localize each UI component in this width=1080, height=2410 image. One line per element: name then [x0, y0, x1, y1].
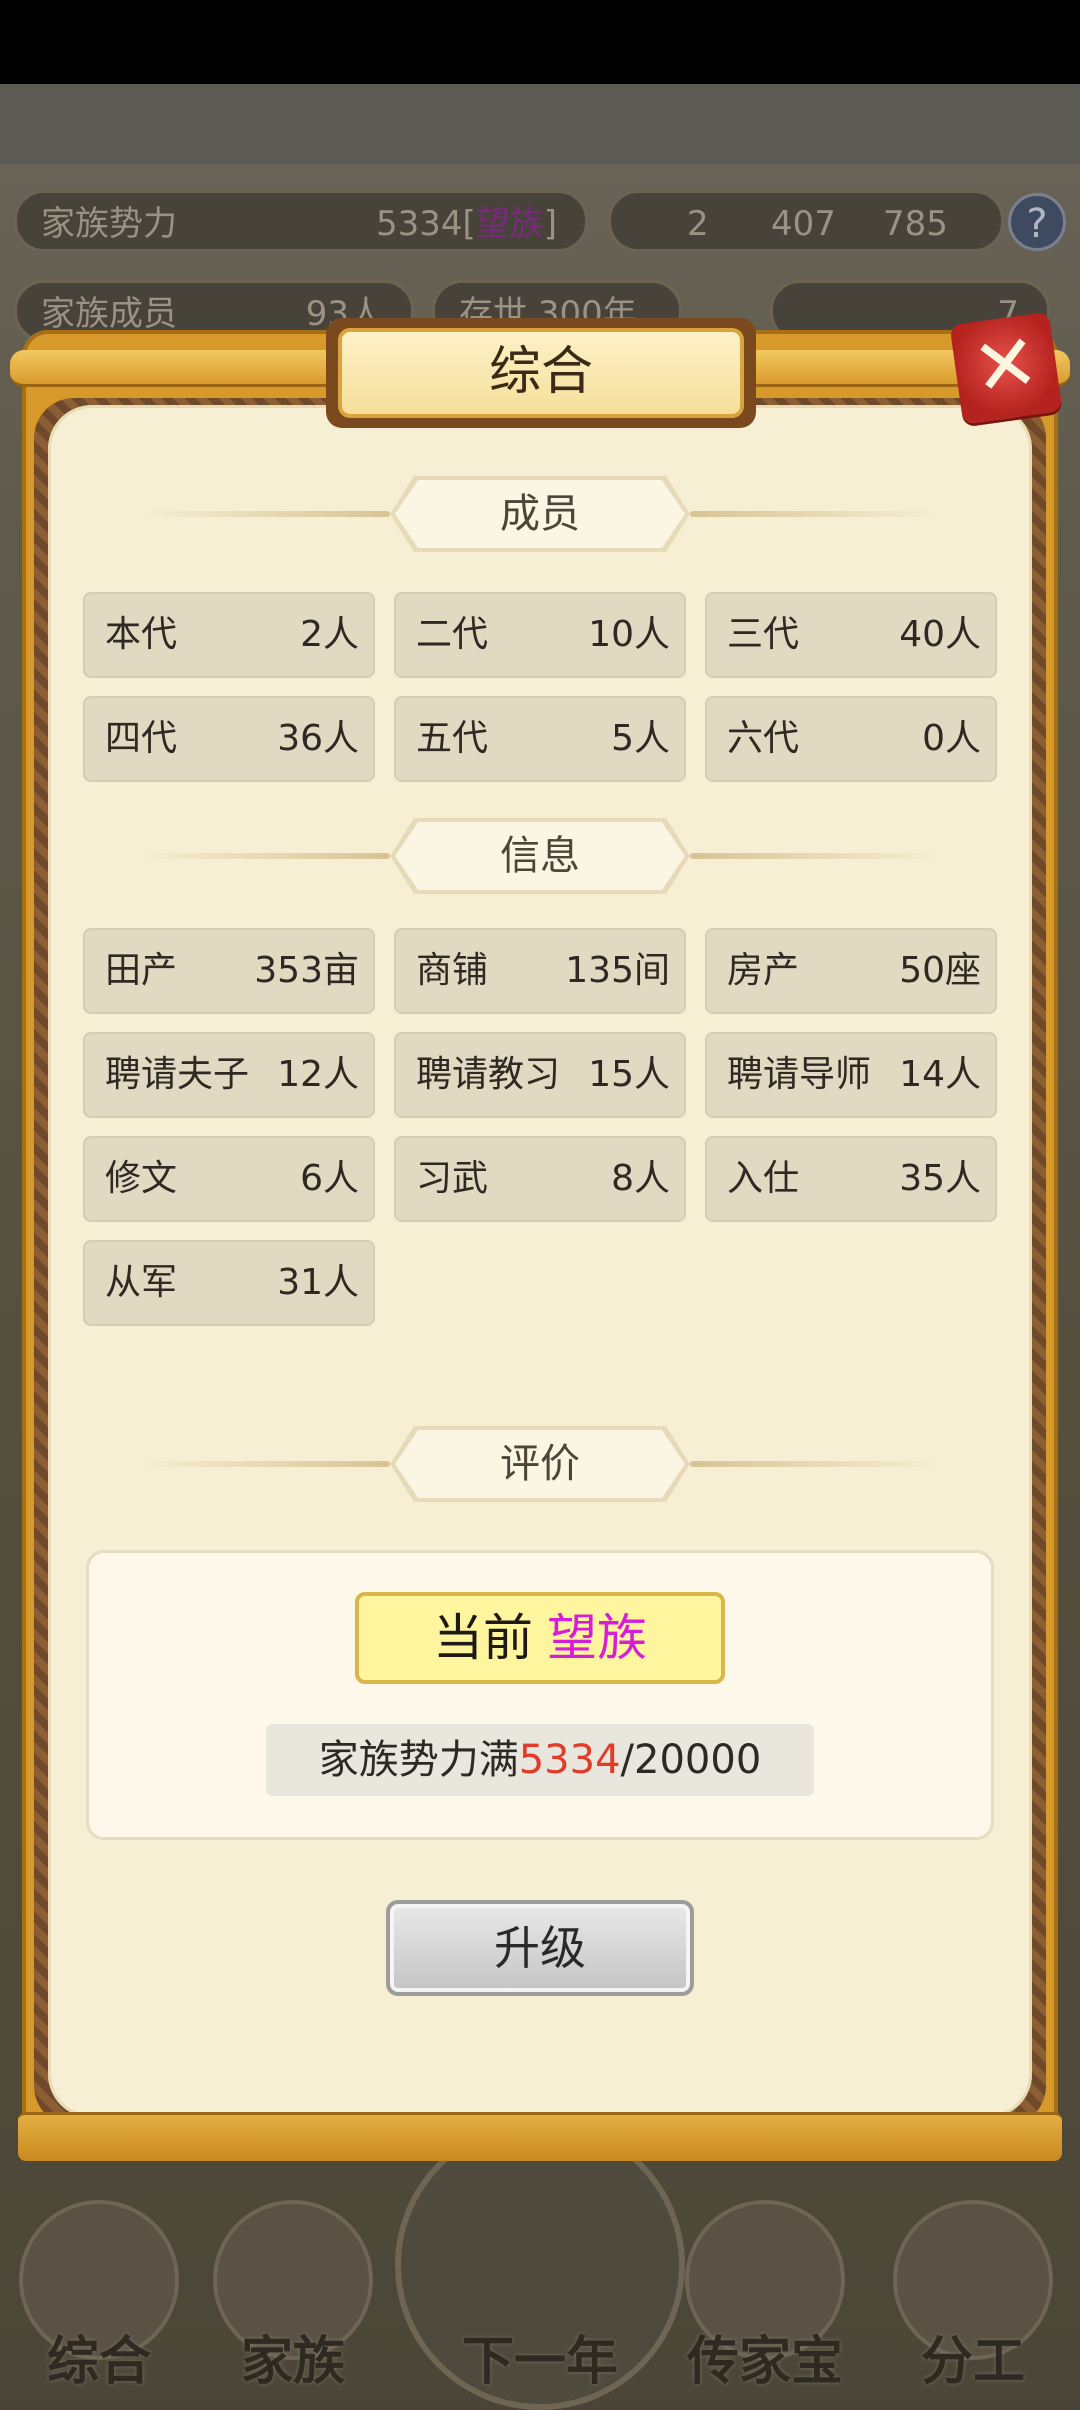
stat-label: 四代 — [105, 718, 178, 759]
bg-family-members-label: 家族成员 — [41, 294, 177, 334]
stat-cell-gen4: 四代 36人 — [83, 696, 375, 782]
divider-line — [140, 511, 390, 517]
stat-label: 聘请教习 — [416, 1054, 561, 1095]
power-current: 5334 — [518, 1737, 621, 1783]
stat-label: 修文 — [105, 1158, 178, 1199]
stat-label: 二代 — [416, 614, 489, 655]
stat-value: 8人 — [611, 1158, 670, 1199]
current-rank-value: 望族 — [547, 1609, 647, 1667]
bg-family-power-row: 家族势力 5334[望族] — [14, 190, 588, 252]
divider-line — [690, 1461, 940, 1467]
stat-value: 35人 — [899, 1158, 981, 1199]
stat-value: 135间 — [565, 950, 670, 991]
section-header-members: 成员 — [140, 476, 940, 552]
stat-cell-gen1: 本代 2人 — [83, 592, 375, 678]
stat-cell-military: 从军 31人 — [83, 1240, 375, 1326]
stat-cell-instructors: 聘请教习 15人 — [394, 1032, 686, 1118]
stat-cell-mentors: 聘请导师 14人 — [705, 1032, 997, 1118]
bg-family-power-rank: 望族 — [475, 204, 544, 244]
stat-value: 40人 — [899, 614, 981, 655]
nav-item-assignment[interactable]: 分工 — [888, 2200, 1058, 2400]
nav-item-heirloom[interactable]: 传家宝 — [680, 2200, 850, 2400]
divider-line — [140, 1461, 390, 1467]
power-target: 20000 — [634, 1737, 762, 1783]
bg-res-silver: 407 — [771, 204, 836, 244]
current-rank-badge: 当前 望族 — [355, 1592, 725, 1684]
background-top-band — [0, 84, 1080, 164]
stat-label: 聘请导师 — [727, 1054, 872, 1095]
stat-value: 31人 — [277, 1262, 359, 1303]
power-separator: / — [620, 1737, 635, 1783]
status-bar — [0, 0, 1080, 84]
bg-res-iron: 785 — [883, 204, 948, 244]
nav-item-overview[interactable]: 综合 — [14, 2200, 184, 2400]
power-progress-text: 家族势力满5334/20000 — [266, 1724, 814, 1796]
nav-item-next-year[interactable]: 下一年 — [435, 2200, 645, 2400]
dialog-frame-bottom-bar — [18, 2112, 1062, 2161]
nav-item-label: 下一年 — [461, 2332, 618, 2392]
stat-cell-martial: 习武 8人 — [394, 1136, 686, 1222]
section-title-info: 信息 — [395, 822, 685, 890]
stat-value: 353亩 — [254, 950, 359, 991]
bg-family-power-label: 家族势力 — [41, 204, 177, 244]
stat-value: 12人 — [277, 1054, 359, 1095]
divider-line — [140, 853, 390, 859]
stat-label: 六代 — [727, 718, 800, 759]
nav-item-family[interactable]: 家族 — [208, 2200, 378, 2400]
stat-cell-literary: 修文 6人 — [83, 1136, 375, 1222]
stat-cell-shops: 商铺 135间 — [394, 928, 686, 1014]
stat-value: 50座 — [899, 950, 981, 991]
section-title-evaluation: 评价 — [395, 1430, 685, 1498]
stat-label: 三代 — [727, 614, 800, 655]
stat-label: 五代 — [416, 718, 489, 759]
stat-value: 14人 — [899, 1054, 981, 1095]
close-button[interactable]: ✕ — [949, 311, 1063, 425]
divider-line — [690, 511, 940, 517]
bg-family-power-value: 5334 — [375, 204, 463, 244]
stat-value: 0人 — [922, 718, 981, 759]
nav-item-label: 传家宝 — [686, 2332, 843, 2392]
stat-value: 10人 — [588, 614, 670, 655]
stat-cell-property: 房产 50座 — [705, 928, 997, 1014]
stat-label: 聘请夫子 — [105, 1054, 250, 1095]
section-title-members: 成员 — [395, 480, 685, 548]
stat-value: 5人 — [611, 718, 670, 759]
stat-cell-gen6: 六代 0人 — [705, 696, 997, 782]
close-icon: ✕ — [967, 316, 1045, 416]
stat-cell-gen5: 五代 5人 — [394, 696, 686, 782]
stat-label: 习武 — [416, 1158, 489, 1199]
stat-label: 本代 — [105, 614, 178, 655]
stat-label: 房产 — [727, 950, 800, 991]
divider-line — [690, 853, 940, 859]
section-header-info: 信息 — [140, 818, 940, 894]
stat-value: 6人 — [300, 1158, 359, 1199]
bg-res-gold: 2 — [687, 204, 709, 244]
stat-value: 36人 — [277, 718, 359, 759]
help-icon[interactable]: ? — [1008, 193, 1066, 251]
nav-item-label: 分工 — [920, 2332, 1025, 2392]
power-prefix: 家族势力满 — [318, 1737, 519, 1783]
dialog-title: 综合 — [338, 328, 744, 418]
section-header-evaluation: 评价 — [140, 1426, 940, 1502]
stat-value: 2人 — [300, 614, 359, 655]
current-rank-label: 当前 — [433, 1609, 533, 1667]
stat-cell-farmland: 田产 353亩 — [83, 928, 375, 1014]
stat-cell-tutors: 聘请夫子 12人 — [83, 1032, 375, 1118]
bottom-navigation: 综合 家族 下一年 传家宝 分工 — [0, 2160, 1080, 2400]
bg-resources-row: 2 407 785 — [608, 190, 1004, 252]
upgrade-button[interactable]: 升级 — [386, 1900, 694, 1996]
stat-label: 从军 — [105, 1262, 178, 1303]
stat-label: 田产 — [105, 950, 178, 991]
stat-value: 15人 — [588, 1054, 670, 1095]
stat-label: 商铺 — [416, 950, 489, 991]
stat-label: 入仕 — [727, 1158, 800, 1199]
stat-cell-officials: 入仕 35人 — [705, 1136, 997, 1222]
nav-item-label: 家族 — [240, 2332, 345, 2392]
nav-item-label: 综合 — [46, 2332, 151, 2392]
stat-cell-gen3: 三代 40人 — [705, 592, 997, 678]
stat-cell-gen2: 二代 10人 — [394, 592, 686, 678]
